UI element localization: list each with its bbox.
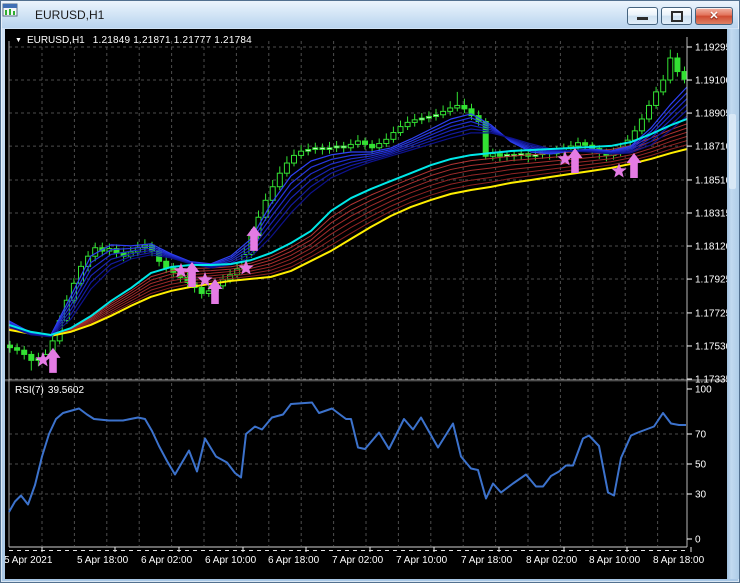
svg-text:1.17925: 1.17925 xyxy=(695,275,729,286)
grid xyxy=(9,41,687,546)
window-right-frame xyxy=(727,29,739,579)
time-axis: 5 Apr 2021 5 Apr 18:00 6 Apr 02:00 6 Apr 10… xyxy=(5,547,705,566)
svg-text:7 Apr 10:00: 7 Apr 10:00 xyxy=(396,555,448,566)
svg-text:8 Apr 10:00: 8 Apr 10:00 xyxy=(589,555,641,566)
rsi-axis: 100 70 50 30 0 xyxy=(687,385,712,546)
svg-text:100: 100 xyxy=(695,385,712,396)
window-controls: ✕ xyxy=(624,7,733,25)
window-title: EURUSD,H1 xyxy=(35,8,104,22)
rsi-line xyxy=(9,403,686,513)
ma-ribbon xyxy=(9,87,687,337)
rsi-name: RSI(7) xyxy=(15,385,44,396)
title-bar[interactable]: EURUSD,H1 ✕ xyxy=(2,2,738,28)
svg-text:6 Apr 10:00: 6 Apr 10:00 xyxy=(205,555,257,566)
price-chart-canvas[interactable]: 1.19295 1.19100 1.18905 1.18710 1.18510 1.183… xyxy=(5,29,729,579)
svg-text:1.17725: 1.17725 xyxy=(695,308,729,319)
chart-client-area[interactable]: 1.19295 1.19100 1.18905 1.18710 1.18510 1.183… xyxy=(5,29,729,579)
buy-signal-markers xyxy=(35,148,641,373)
svg-text:6 Apr 02:00: 6 Apr 02:00 xyxy=(141,555,193,566)
svg-text:1.18120: 1.18120 xyxy=(695,242,729,253)
rsi-value: 39.5602 xyxy=(48,385,84,396)
svg-text:1.18905: 1.18905 xyxy=(695,109,729,120)
svg-text:0: 0 xyxy=(695,535,701,546)
svg-text:30: 30 xyxy=(695,490,707,501)
panel-frames xyxy=(5,37,729,551)
chart-ohlc-values: 1.21849 1.21871 1.21777 1.21784 xyxy=(93,35,252,46)
svg-text:1.18315: 1.18315 xyxy=(695,209,729,220)
svg-text:1.18510: 1.18510 xyxy=(695,175,729,186)
svg-text:7 Apr 02:00: 7 Apr 02:00 xyxy=(332,555,384,566)
svg-text:1.19100: 1.19100 xyxy=(695,76,729,87)
restore-icon xyxy=(671,11,683,22)
svg-text:1.19295: 1.19295 xyxy=(695,43,729,54)
svg-text:70: 70 xyxy=(695,430,707,441)
mt4-window: EURUSD,H1 ✕ 1.19295 1.19100 1.18905 1.18710… xyxy=(0,0,740,583)
svg-text:1.18710: 1.18710 xyxy=(695,142,729,153)
buy-arrow-marker xyxy=(46,348,61,373)
candles-group xyxy=(8,50,688,371)
price-axis: 1.19295 1.19100 1.18905 1.18710 1.18510 1.183… xyxy=(687,43,729,386)
svg-text:6 Apr 18:00: 6 Apr 18:00 xyxy=(268,555,320,566)
close-button[interactable]: ✕ xyxy=(695,7,733,25)
buy-arrow-marker xyxy=(627,153,642,178)
svg-text:8 Apr 02:00: 8 Apr 02:00 xyxy=(526,555,578,566)
svg-text:8 Apr 18:00: 8 Apr 18:00 xyxy=(653,555,705,566)
rsi-indicator-label: RSI(7) 39.5602 xyxy=(15,385,88,396)
svg-text:50: 50 xyxy=(695,460,707,471)
svg-text:7 Apr 18:00: 7 Apr 18:00 xyxy=(461,555,513,566)
close-icon: ✕ xyxy=(709,11,718,22)
restore-button[interactable] xyxy=(661,7,692,25)
minimize-button[interactable] xyxy=(627,7,658,25)
svg-text:1.17530: 1.17530 xyxy=(695,341,729,352)
chart-header: ▼ EURUSD,H1 1.21849 1.21871 1.21777 1.2178… xyxy=(15,35,252,46)
svg-text:5 Apr 18:00: 5 Apr 18:00 xyxy=(77,555,129,566)
minimize-icon xyxy=(637,17,648,20)
frame-highlight xyxy=(729,114,736,189)
svg-text:5 Apr 2021: 5 Apr 2021 xyxy=(5,555,53,566)
chart-symbol-label: EURUSD,H1 xyxy=(27,35,85,46)
chart-window-icon xyxy=(10,7,28,23)
symbol-dropdown-icon[interactable]: ▼ xyxy=(15,37,22,44)
